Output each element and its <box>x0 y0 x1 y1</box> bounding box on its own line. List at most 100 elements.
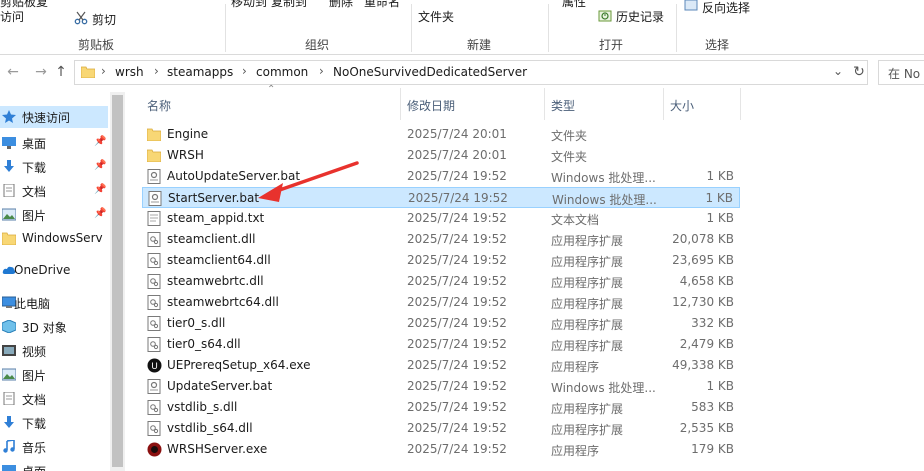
nav-item-desktop[interactable]: 桌面 📌 <box>0 132 108 154</box>
file-type: 应用程序扩展 <box>551 402 624 416</box>
file-row[interactable]: tier0_s.dll 2025/7/24 19:52 应用程序扩展 332 KB <box>142 313 740 334</box>
file-type: Windows 批处理... <box>551 171 656 185</box>
file-row[interactable]: steamwebrtc.dll 2025/7/24 19:52 应用程序扩展 4,65… <box>142 271 740 292</box>
dll-file-icon <box>147 421 161 436</box>
file-name: UEPrereqSetup_x64.exe <box>167 358 311 372</box>
address-bar[interactable]: › wrsh › steamapps › common › NoOneSurvi… <box>74 60 868 85</box>
document-icon <box>2 183 16 198</box>
file-list: ⌃ 名称 修改日期 类型 大小 Engine 2025/7/24 20:01 文件夹… <box>128 84 924 471</box>
ribbon-access-text: 访问 <box>0 10 25 24</box>
nav-item-onedrive[interactable]: OneDrive <box>0 260 108 282</box>
nav-item-label: 快速访问 <box>22 111 71 125</box>
scrollbar-thumb[interactable] <box>112 95 123 467</box>
nav-scrollbar[interactable] <box>110 92 125 471</box>
file-name: tier0_s64.dll <box>167 337 241 351</box>
ribbon-copy-to[interactable]: 复制到 <box>271 0 307 10</box>
chevron-down-icon[interactable]: ⌄ <box>833 64 843 78</box>
file-date: 2025/7/24 19:52 <box>407 253 507 267</box>
file-row[interactable]: U UEPrereqSetup_x64.exe 2025/7/24 19:52 应用程… <box>142 355 740 376</box>
nav-item-this-pc[interactable]: 此电脑 <box>0 292 108 314</box>
back-arrow-icon[interactable]: ← <box>4 63 22 81</box>
file-date: 2025/7/24 20:01 <box>407 148 507 162</box>
file-name: WRSHServer.exe <box>167 442 268 456</box>
new-folder-button[interactable]: 文件夹 <box>418 8 454 25</box>
nav-item-3d-objects[interactable]: 3D 对象 <box>0 316 108 338</box>
breadcrumb-separator-icon: › <box>242 64 247 78</box>
file-row[interactable]: StartServer.bat 2025/7/24 19:52 Windows 批处… <box>142 187 740 208</box>
dll-file-icon <box>147 253 161 268</box>
nav-item-downloads-pc[interactable]: 下载 <box>0 412 108 434</box>
nav-item-pictures-pc[interactable]: 图片 <box>0 364 108 386</box>
file-type: 应用程序扩展 <box>551 297 624 311</box>
nav-item-label: 桌面 <box>22 463 46 471</box>
nav-item-desktop-pc[interactable]: 桌面 <box>0 460 108 471</box>
history-button[interactable]: 历史记录 <box>616 8 664 25</box>
refresh-icon[interactable]: ↻ <box>850 63 868 81</box>
file-row[interactable]: WRSH 2025/7/24 20:01 文件夹 <box>142 145 740 166</box>
navigation-pane: 快速访问 桌面 📌 下载 📌 文档 📌 图片 📌 WindowsServ One… <box>0 92 110 471</box>
column-header-date[interactable]: 修改日期 <box>401 88 544 120</box>
dll-file-icon <box>147 316 161 331</box>
nav-item-documents[interactable]: 文档 📌 <box>0 180 108 202</box>
dll-file-icon <box>147 274 161 289</box>
nav-item-label: 下载 <box>22 417 47 431</box>
group-label-open: 打开 <box>599 38 624 52</box>
video-icon <box>2 344 16 357</box>
breadcrumb-item[interactable]: steamapps <box>167 65 233 79</box>
nav-item-documents-pc[interactable]: 文档 <box>0 388 108 410</box>
file-row[interactable]: steamclient64.dll 2025/7/24 19:52 应用程序扩展 23… <box>142 250 740 271</box>
file-name: steamwebrtc64.dll <box>167 295 279 309</box>
nav-item-label: 图片 <box>22 209 47 223</box>
nav-item-quick-access[interactable]: 快速访问 <box>0 106 108 128</box>
file-type: 文件夹 <box>551 150 588 164</box>
pin-icon: 📌 <box>94 184 107 195</box>
file-row[interactable]: WRSHServer.exe 2025/7/24 19:52 应用程序 179 KB <box>142 439 740 460</box>
file-row[interactable]: steamwebrtc64.dll 2025/7/24 19:52 应用程序扩展 12… <box>142 292 740 313</box>
file-size: 49,338 KB <box>672 358 734 372</box>
nav-item-pictures[interactable]: 图片 📌 <box>0 204 108 226</box>
ribbon-move-to[interactable]: 移动到 <box>231 0 267 10</box>
nav-item-label: 图片 <box>22 369 47 383</box>
nav-item-videos[interactable]: 视频 <box>0 340 108 362</box>
column-header-name[interactable]: 名称 <box>142 88 400 120</box>
column-header-type[interactable]: 类型 <box>545 88 663 120</box>
nav-item-music[interactable]: 音乐 <box>0 436 108 458</box>
breadcrumb-item[interactable]: NoOneSurvivedDedicatedServer <box>333 65 527 79</box>
invert-selection-button[interactable]: 反向选择 <box>702 0 750 16</box>
ribbon-rename[interactable]: 重命名 <box>364 0 400 10</box>
nav-item-windowsserver[interactable]: WindowsServ <box>0 228 108 250</box>
file-row[interactable]: steam_appid.txt 2025/7/24 19:52 文本文档 1 KB <box>142 208 740 229</box>
file-name: vstdlib_s.dll <box>167 400 238 414</box>
file-size: 20,078 KB <box>672 232 734 246</box>
nav-item-label: 音乐 <box>22 441 47 455</box>
cut-button[interactable]: 剪切 <box>92 11 116 28</box>
pictures-icon <box>1 368 17 381</box>
ribbon-delete[interactable]: 删除 <box>329 0 353 10</box>
file-row[interactable]: UpdateServer.bat 2025/7/24 19:52 Windows 批… <box>142 376 740 397</box>
breadcrumb-item[interactable]: common <box>256 65 308 79</box>
file-type: 应用程序扩展 <box>551 423 624 437</box>
file-date: 2025/7/24 19:52 <box>407 337 507 351</box>
column-header-label: 类型 <box>551 99 576 113</box>
up-arrow-icon[interactable]: ↑ <box>52 63 70 81</box>
file-row[interactable]: tier0_s64.dll 2025/7/24 19:52 应用程序扩展 2,479 … <box>142 334 740 355</box>
file-row[interactable]: AutoUpdateServer.bat 2025/7/24 19:52 Windo… <box>142 166 740 187</box>
file-row[interactable]: Engine 2025/7/24 20:01 文件夹 <box>142 124 740 145</box>
dll-file-icon <box>147 232 161 247</box>
file-type: 应用程序扩展 <box>551 276 624 290</box>
column-divider[interactable] <box>740 88 741 120</box>
breadcrumb-item[interactable]: wrsh <box>115 65 144 79</box>
file-row[interactable]: vstdlib_s.dll 2025/7/24 19:52 应用程序扩展 583 KB <box>142 397 740 418</box>
pictures-icon <box>1 208 17 221</box>
pin-icon: 📌 <box>94 208 107 219</box>
file-row[interactable]: vstdlib_s64.dll 2025/7/24 19:52 应用程序扩展 2,53… <box>142 418 740 439</box>
search-input[interactable]: 在 No <box>878 60 924 85</box>
column-header-size[interactable]: 大小 <box>664 88 740 120</box>
nav-item-label: 视频 <box>22 345 47 359</box>
address-toolbar: ← → ↑ › wrsh › steamapps › common › NoOn… <box>0 58 924 88</box>
ribbon-properties[interactable]: 属性 <box>562 0 586 10</box>
forward-arrow-icon[interactable]: → <box>32 63 50 81</box>
file-row[interactable]: steamclient.dll 2025/7/24 19:52 应用程序扩展 20,0… <box>142 229 740 250</box>
nav-item-downloads[interactable]: 下载 📌 <box>0 156 108 178</box>
download-icon <box>2 160 16 173</box>
